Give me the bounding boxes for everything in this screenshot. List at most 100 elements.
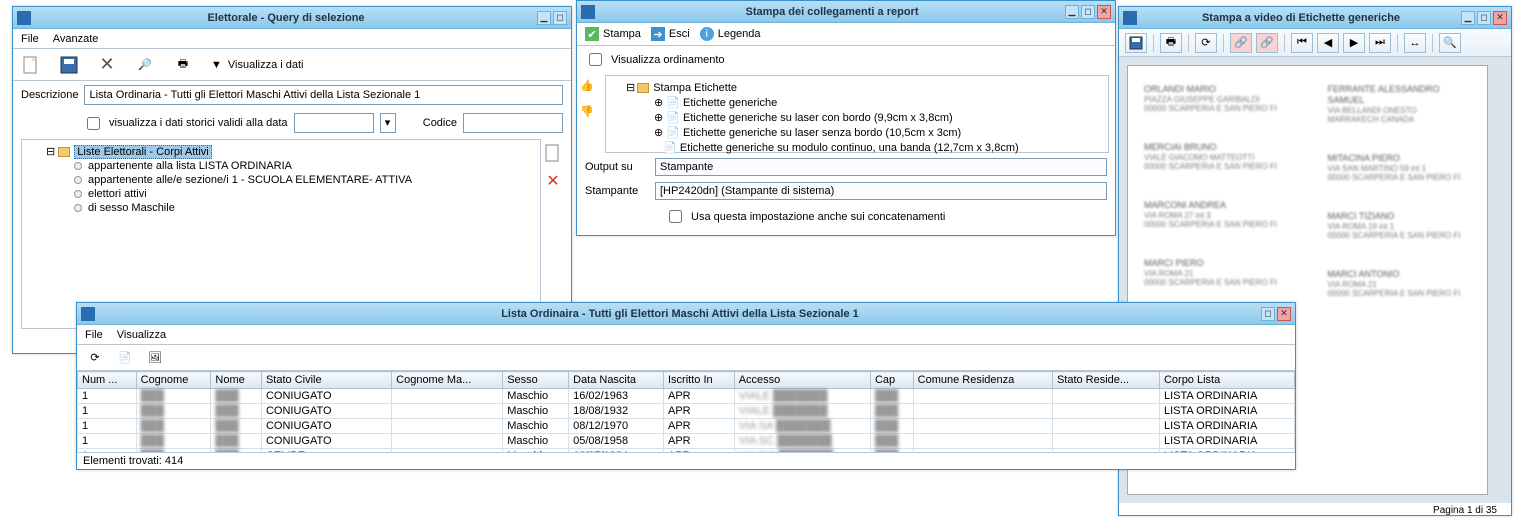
column-header[interactable]: Cap	[870, 372, 913, 389]
tree-child[interactable]: elettori attivi	[58, 187, 532, 201]
printer-value[interactable]: [HP2420dn] (Stampante di sistema)	[655, 182, 1107, 200]
menu-visualizza[interactable]: Visualizza	[117, 329, 166, 341]
history-label: visualizza i dati storici validi alla da…	[109, 117, 288, 129]
column-header[interactable]: Data Nascita	[569, 372, 664, 389]
column-header[interactable]: Num ...	[78, 372, 137, 389]
maximize-button[interactable]: ◻	[1261, 307, 1275, 321]
window-report-links: Stampa dei collegamenti a report ▁ ◻ ✕ ✔…	[576, 0, 1116, 236]
column-header[interactable]: Cognome	[136, 372, 211, 389]
code-input[interactable]	[463, 113, 563, 133]
table-row[interactable]: 1██████CONIUGATOMaschio05/08/1958APRVIA …	[78, 434, 1295, 449]
export-icon[interactable]: 📄	[115, 348, 135, 368]
save-icon[interactable]	[59, 55, 79, 75]
thumb-up-icon[interactable]: 👍	[577, 75, 597, 95]
exit-button[interactable]: ➔Esci	[651, 27, 690, 41]
titlebar[interactable]: Lista Ordinaira - Tutti gli Elettori Mas…	[77, 303, 1295, 325]
fit-width-icon[interactable]: ↔	[1404, 33, 1426, 53]
refresh-icon[interactable]: ⟳	[1195, 33, 1217, 53]
column-header[interactable]: Accesso	[734, 372, 870, 389]
status-bar: Elementi trovati: 414	[77, 452, 1295, 469]
window-title: Stampa a video di Etichette generiche	[1141, 12, 1461, 24]
app-icon	[581, 5, 595, 19]
minimize-button[interactable]: ▁	[537, 11, 551, 25]
table-row[interactable]: 1██████CONIUGATOMaschio18/08/1932APRVIAL…	[78, 404, 1295, 419]
show-order-checkbox[interactable]	[589, 53, 602, 66]
column-header[interactable]: Comune Residenza	[913, 372, 1052, 389]
refresh-icon[interactable]: ⟳	[85, 348, 105, 368]
next-page-icon[interactable]: ▶	[1343, 33, 1365, 53]
print-icon[interactable]: 🖶	[1160, 33, 1182, 53]
new-doc-icon[interactable]	[543, 143, 563, 163]
column-header[interactable]: Nome	[211, 372, 262, 389]
window-data-grid: Lista Ordinaira - Tutti gli Elettori Mas…	[76, 302, 1296, 470]
history-date-input[interactable]	[294, 113, 374, 133]
titlebar[interactable]: Stampa dei collegamenti a report ▁ ◻ ✕	[577, 1, 1115, 23]
view-icon[interactable]: 🖼	[145, 348, 165, 368]
app-icon	[17, 11, 31, 25]
column-header[interactable]: Cognome Ma...	[392, 372, 503, 389]
prev-page-icon[interactable]: ◀	[1317, 33, 1339, 53]
delete-icon[interactable]: ✕	[97, 55, 117, 75]
first-page-icon[interactable]: ⏮	[1291, 33, 1313, 53]
new-icon[interactable]	[21, 55, 41, 75]
tree-child[interactable]: di sesso Maschile	[58, 201, 532, 215]
maximize-button[interactable]: ◻	[1081, 5, 1095, 19]
column-header[interactable]: Stato Reside...	[1052, 372, 1159, 389]
tree-item[interactable]: ⊕ 📄 Etichette generiche su laser senza b…	[638, 125, 1104, 140]
menu-file[interactable]: File	[85, 329, 103, 341]
concat-label: Usa questa impostazione anche sui concat…	[691, 211, 945, 223]
column-header[interactable]: Stato Civile	[261, 372, 391, 389]
tree-child[interactable]: appartenente alle/e sezione/i 1 - SCUOLA…	[58, 173, 532, 187]
save-icon[interactable]	[1125, 33, 1147, 53]
zoom-icon[interactable]: 🔍	[1439, 33, 1461, 53]
tree-item[interactable]: ⊕ 📄 Etichette generiche su laser con bor…	[638, 110, 1104, 125]
legend-button[interactable]: iLegenda	[700, 27, 761, 41]
maximize-button[interactable]: ◻	[1477, 11, 1491, 25]
column-header[interactable]: Corpo Lista	[1159, 372, 1294, 389]
binoculars-icon[interactable]: 🔎	[135, 55, 155, 75]
maximize-button[interactable]: ◻	[553, 11, 567, 25]
filter-icon[interactable]: ▼Visualizza i dati	[211, 55, 304, 75]
concat-checkbox[interactable]	[669, 210, 682, 223]
window-title: Stampa dei collegamenti a report	[599, 6, 1065, 18]
grid-scroll[interactable]: Num ...CognomeNomeStato CivileCognome Ma…	[77, 371, 1295, 452]
tree-item[interactable]: 📄 Etichette generiche su modulo continuo…	[638, 140, 1104, 155]
close-button[interactable]: ✕	[1493, 11, 1507, 25]
date-dropdown-button[interactable]: ▾	[380, 113, 396, 133]
criteria-tree[interactable]: ⊟ Liste Elettorali - Corpi Attivi appart…	[21, 139, 541, 329]
filter-label: Visualizza i dati	[228, 59, 304, 71]
output-label: Output su	[585, 161, 649, 173]
toolbar: ✔Stampa ➔Esci iLegenda	[577, 23, 1115, 46]
close-button[interactable]: ✕	[1097, 5, 1111, 19]
column-header[interactable]: Iscritto In	[664, 372, 735, 389]
tree-root[interactable]: ⊟ Liste Elettorali - Corpi Attivi	[30, 144, 532, 159]
column-header[interactable]: Sesso	[503, 372, 569, 389]
output-value[interactable]: Stampante	[655, 158, 1107, 176]
remove-icon[interactable]: ✕	[543, 171, 563, 191]
menu-avanzate[interactable]: Avanzate	[53, 33, 99, 45]
data-grid: Num ...CognomeNomeStato CivileCognome Ma…	[77, 371, 1295, 452]
link-icon[interactable]: 🔗	[1230, 33, 1252, 53]
toolbar: ⟳ 📄 🖼	[77, 345, 1295, 371]
thumb-down-icon[interactable]: 👎	[577, 101, 597, 121]
minimize-button[interactable]: ▁	[1461, 11, 1475, 25]
description-label: Descrizione	[21, 89, 78, 101]
print-icon[interactable]: 🖶	[173, 55, 193, 75]
last-page-icon[interactable]: ⏭	[1369, 33, 1391, 53]
table-row[interactable]: 1██████CONIUGATOMaschio16/02/1963APRVIAL…	[78, 389, 1295, 404]
titlebar[interactable]: Elettorale - Query di selezione ▁ ◻	[13, 7, 571, 29]
history-checkbox[interactable]	[87, 117, 100, 130]
tree-item[interactable]: ⊕ 📄 Etichette generiche	[638, 95, 1104, 110]
tree-child[interactable]: appartenente alla lista LISTA ORDINARIA	[58, 159, 532, 173]
link2-icon[interactable]: 🔗	[1256, 33, 1278, 53]
app-icon	[81, 307, 95, 321]
titlebar[interactable]: Stampa a video di Etichette generiche ▁ …	[1119, 7, 1511, 29]
close-button[interactable]: ✕	[1277, 307, 1291, 321]
table-row[interactable]: 1██████CONIUGATOMaschio08/12/1970APRVIA …	[78, 419, 1295, 434]
menu-file[interactable]: File	[21, 33, 39, 45]
minimize-button[interactable]: ▁	[1065, 5, 1079, 19]
history-row: visualizza i dati storici validi alla da…	[13, 109, 571, 137]
description-input[interactable]	[84, 85, 563, 105]
print-button[interactable]: ✔Stampa	[585, 27, 641, 41]
report-tree[interactable]: ⊟Stampa Etichette ⊕ 📄 Etichette generich…	[605, 75, 1109, 153]
